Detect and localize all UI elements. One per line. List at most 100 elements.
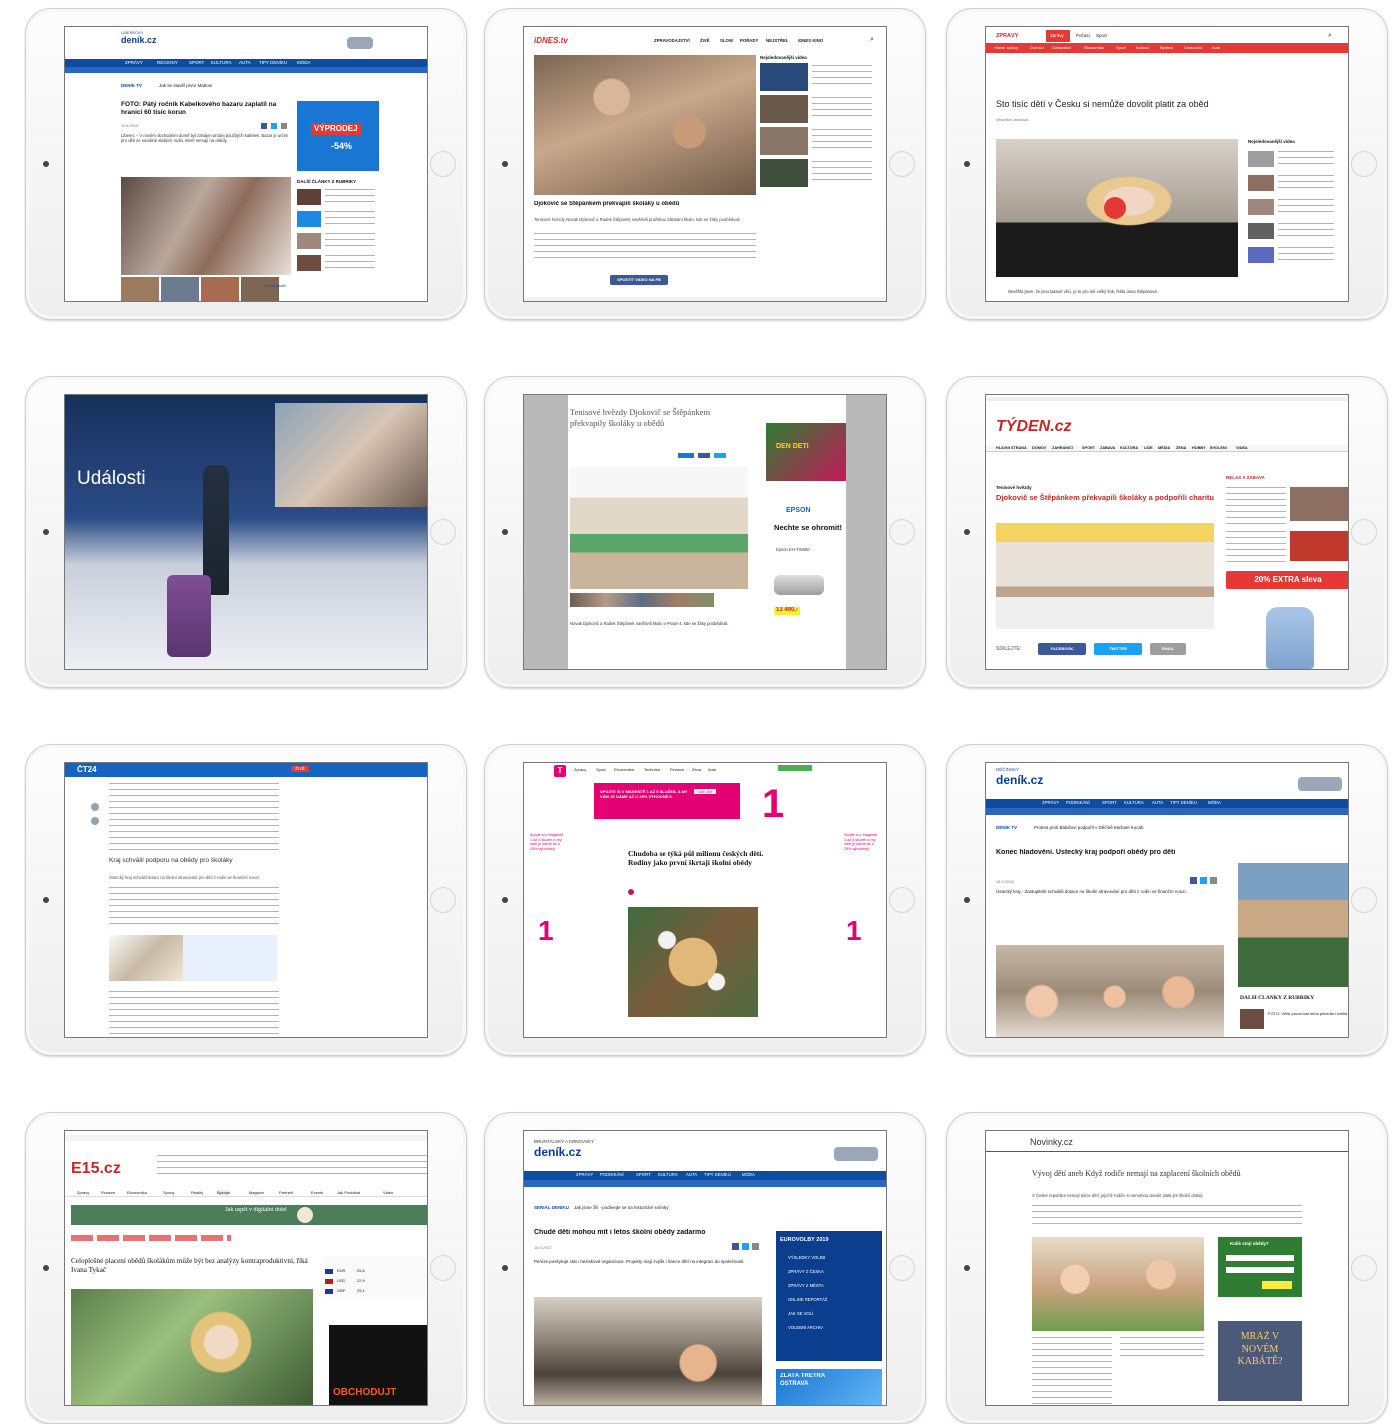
facebook-icon[interactable] bbox=[261, 123, 267, 129]
article-photo[interactable] bbox=[996, 523, 1214, 629]
tag-list[interactable] bbox=[71, 1235, 231, 1241]
nav-item[interactable]: SPORT bbox=[1102, 800, 1117, 805]
video-title[interactable] bbox=[812, 65, 872, 87]
section-item[interactable]: Ekonomika bbox=[1084, 45, 1104, 50]
sidebar-photo[interactable] bbox=[1238, 863, 1348, 987]
video-thumb[interactable] bbox=[760, 63, 808, 91]
gallery-thumb[interactable] bbox=[201, 277, 239, 301]
nav-item[interactable]: Finance bbox=[101, 1190, 115, 1195]
election-link[interactable]: VOLEBNÍ ARCHIV bbox=[788, 1325, 823, 1330]
section-item[interactable]: Sport bbox=[1116, 45, 1126, 50]
nav-item[interactable]: Finance bbox=[670, 767, 684, 772]
article-photo[interactable] bbox=[534, 1297, 762, 1405]
nav-item[interactable]: PODNIKÁNÍ bbox=[600, 1172, 624, 1177]
nav-item[interactable]: SPORT bbox=[636, 1172, 651, 1177]
login-button[interactable] bbox=[778, 765, 812, 771]
home-button[interactable] bbox=[430, 151, 456, 177]
promo-cta[interactable]: Více zde bbox=[694, 789, 716, 794]
section-item[interactable]: Hlavní zprávy bbox=[994, 45, 1018, 50]
calculator-button[interactable] bbox=[1262, 1281, 1292, 1289]
nav-item[interactable]: TIPY DENÍKU bbox=[1170, 800, 1197, 805]
article-photo[interactable] bbox=[570, 467, 748, 589]
twitter-icon[interactable] bbox=[91, 817, 99, 825]
promo-banner[interactable]: Jak uspět v digitální době bbox=[71, 1205, 427, 1225]
twitter-icon[interactable] bbox=[271, 123, 277, 129]
home-button[interactable] bbox=[430, 1255, 456, 1281]
election-link[interactable]: VÝSLEDKY VOLEB bbox=[788, 1255, 825, 1260]
home-button[interactable] bbox=[430, 519, 456, 545]
share-button[interactable] bbox=[698, 453, 710, 458]
nav-item[interactable]: ŽENA bbox=[1176, 446, 1186, 451]
photo-thumbnails[interactable] bbox=[570, 593, 714, 607]
nav-item[interactable]: KULTURA bbox=[658, 1172, 678, 1177]
section-item[interactable]: Zahraniční bbox=[1052, 45, 1071, 50]
article-headline[interactable]: Celoplošné placení obědů školákům může b… bbox=[71, 1257, 315, 1275]
video-thumb[interactable] bbox=[109, 935, 183, 981]
nav-item[interactable]: POŘADY bbox=[740, 38, 758, 43]
article-headline[interactable]: Sto tisíc dětí v Česku si nemůže dovolit… bbox=[996, 99, 1209, 110]
share-button[interactable] bbox=[714, 453, 726, 458]
video-thumb[interactable] bbox=[1248, 247, 1274, 263]
nav-item[interactable]: PODNIKÁNÍ bbox=[1066, 800, 1090, 805]
facebook-icon[interactable] bbox=[91, 803, 99, 811]
related-thumb[interactable] bbox=[297, 211, 321, 227]
related-links[interactable] bbox=[1120, 1337, 1204, 1357]
nav-item[interactable]: BYDLENÍ bbox=[1210, 446, 1227, 451]
nav-item[interactable]: Video bbox=[383, 1190, 393, 1195]
video-thumb[interactable] bbox=[1248, 223, 1274, 239]
video-thumb[interactable] bbox=[1248, 199, 1274, 215]
video-title[interactable] bbox=[812, 129, 872, 151]
video-thumb[interactable] bbox=[1248, 151, 1274, 167]
email-icon[interactable] bbox=[752, 1243, 759, 1250]
home-button[interactable] bbox=[889, 1255, 915, 1281]
twitter-icon[interactable] bbox=[1200, 877, 1207, 884]
ticker-text[interactable]: Protest proti Babišovi podpořil v Děčíně… bbox=[1034, 825, 1144, 831]
share-email-button[interactable]: EMAIL bbox=[1150, 643, 1186, 655]
side-ad-left-text[interactable]: Spojte si v Magentě 1 až 5 služeb a my v… bbox=[530, 833, 566, 852]
nav-item[interactable]: Sport bbox=[596, 767, 606, 772]
nav-item[interactable]: Jak Podnikat bbox=[337, 1190, 360, 1195]
nav-item[interactable]: ZPRÁVY bbox=[1042, 800, 1059, 805]
nav-item[interactable]: AUTA bbox=[239, 60, 251, 66]
nav-item[interactable]: iDNES KINO bbox=[798, 38, 823, 43]
nav-item[interactable]: HOBBY bbox=[1192, 446, 1206, 451]
video-title[interactable] bbox=[1278, 247, 1334, 263]
article-headline[interactable]: Chudé děti mohou mít i letos školní oběd… bbox=[534, 1229, 706, 1238]
video-title[interactable] bbox=[812, 161, 872, 183]
site-logo[interactable]: ČT24 bbox=[77, 765, 97, 775]
nav-item[interactable]: Sporty bbox=[163, 1190, 175, 1195]
home-button[interactable] bbox=[1351, 151, 1377, 177]
article-headline[interactable]: Vývoj dětí aneb Když rodiče nemají na za… bbox=[1032, 1169, 1302, 1179]
nav-item[interactable]: MÓDA bbox=[297, 60, 311, 66]
article-headline[interactable]: Chudoba se týká půl milionu českých dětí… bbox=[628, 849, 774, 868]
ticker-text[interactable]: Jak jsme žili - podívejte se na historic… bbox=[574, 1205, 669, 1211]
gallery-count[interactable]: 40 fotografií bbox=[255, 283, 295, 288]
video-player[interactable] bbox=[996, 139, 1238, 277]
nav-item[interactable]: Reality bbox=[191, 1190, 203, 1195]
nav-item[interactable]: SPORT bbox=[189, 60, 204, 66]
nav-item[interactable]: Sport bbox=[1096, 33, 1107, 39]
article-photo[interactable] bbox=[996, 945, 1224, 1037]
site-logo[interactable]: iDNES.tv bbox=[534, 36, 568, 46]
gallery-thumb[interactable] bbox=[161, 277, 199, 301]
site-logo[interactable]: E15.cz bbox=[71, 1159, 121, 1179]
calculator-input[interactable] bbox=[1226, 1267, 1294, 1273]
article-photo[interactable] bbox=[628, 907, 758, 1017]
nav-item[interactable]: NEJSTŘEL bbox=[766, 38, 788, 43]
nav-item[interactable]: HLAVNÍ STRANA bbox=[996, 446, 1027, 451]
email-icon[interactable] bbox=[1210, 877, 1217, 884]
nav-item[interactable]: Žena bbox=[692, 767, 701, 772]
section-item[interactable]: Kultura bbox=[1136, 45, 1149, 50]
nav-item[interactable]: Zprávy bbox=[1050, 33, 1064, 39]
ad-banner-top[interactable]: DEN DĚTÍ bbox=[766, 423, 846, 481]
ad-banner[interactable]: OBCHODUJT bbox=[329, 1325, 427, 1405]
site-logo[interactable]: deník.cz bbox=[121, 35, 157, 46]
nav-item[interactable]: Byznys bbox=[217, 1190, 230, 1195]
ticker-text[interactable]: Jak se stavěl první Mattoni bbox=[159, 83, 212, 89]
ad-discount[interactable]: 20% EXTRA sleva bbox=[1226, 571, 1348, 589]
site-logo[interactable]: Novinky.cz bbox=[1030, 1137, 1073, 1148]
nav-item[interactable]: SLOW bbox=[720, 38, 733, 43]
nav-item[interactable]: ŽIVĚ bbox=[700, 38, 710, 43]
header-teasers[interactable] bbox=[157, 1155, 427, 1179]
nav-item[interactable]: LIDÉ bbox=[1144, 446, 1153, 451]
